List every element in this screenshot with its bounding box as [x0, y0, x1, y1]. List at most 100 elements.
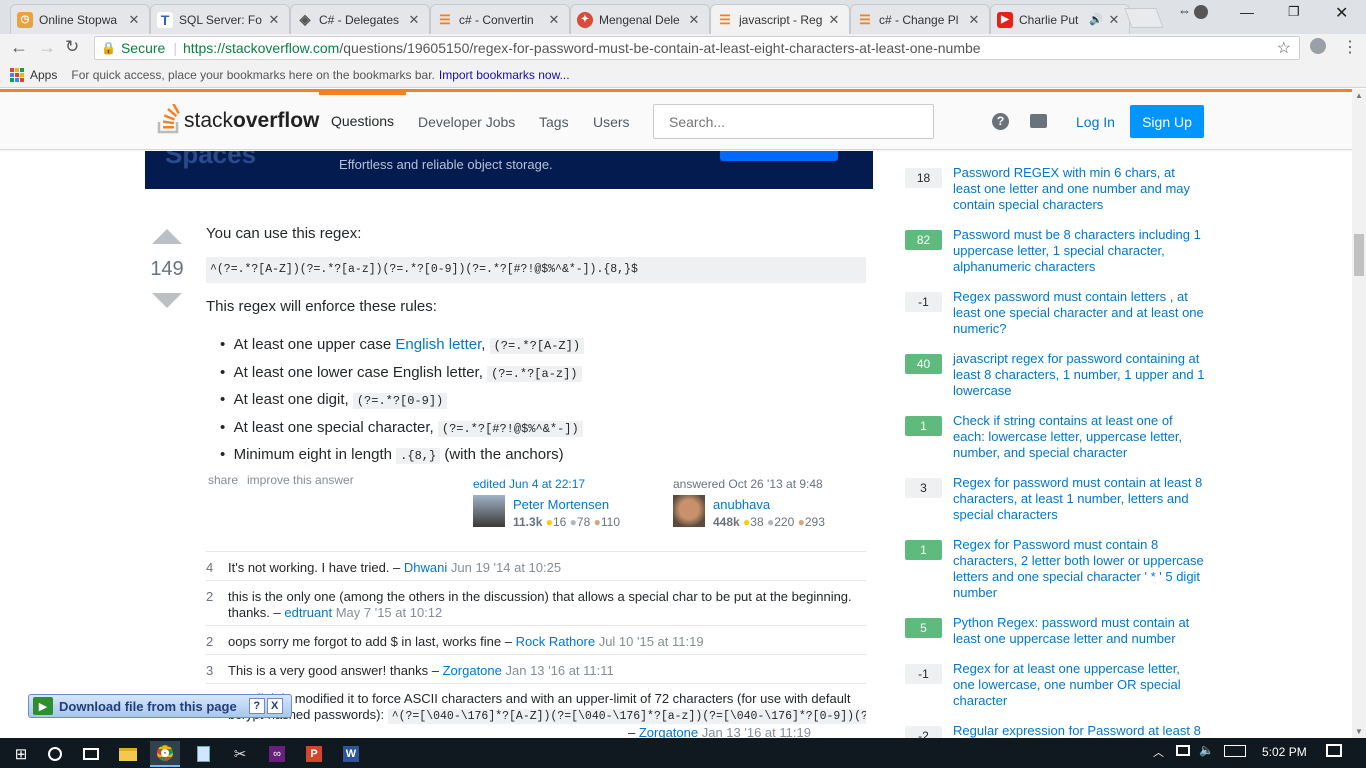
close-button[interactable]: X [266, 698, 283, 714]
import-bookmarks-link[interactable]: Import bookmarks now... [439, 68, 570, 82]
upvote-arrow-icon[interactable] [152, 229, 182, 245]
star-icon[interactable]: ☆ [1277, 38, 1291, 58]
close-window-button[interactable]: ✕ [1335, 3, 1348, 23]
chrome-icon[interactable] [150, 741, 180, 767]
close-icon[interactable]: ✕ [687, 12, 701, 28]
powerpoint-icon[interactable]: P [299, 741, 329, 767]
download-file-button[interactable]: Download file from this page [59, 699, 237, 714]
comment-user-link[interactable]: Rock Rathore [516, 634, 595, 649]
rules-intro: This regex will enforce these rules: [206, 298, 437, 315]
downvote-arrow-icon[interactable] [152, 293, 182, 309]
silver-badge-icon: ● [569, 515, 577, 529]
signup-button[interactable]: Sign Up [1130, 105, 1204, 138]
taskbar-clock[interactable]: 5:02 PM [1262, 745, 1307, 759]
back-button[interactable]: ← [10, 37, 28, 58]
stopwatch-icon: ◷ [17, 11, 33, 28]
apps-link[interactable]: Apps [30, 68, 57, 82]
nav-developer-jobs[interactable]: Developer Jobs [418, 114, 515, 130]
url-host: https://stackoverflow.com [182, 40, 340, 56]
editor-name-link[interactable]: Peter Mortensen [513, 497, 609, 512]
bronze-badge-icon: ● [797, 515, 805, 529]
browser-tab[interactable]: ◷ Online Stopwa ✕ [10, 4, 150, 34]
maximize-button[interactable]: ❐ [1288, 4, 1300, 20]
notifications-icon[interactable] [1326, 744, 1342, 757]
related-question[interactable]: -2 Regular expression for Password at lea… [905, 726, 1205, 738]
inbox-icon[interactable] [1030, 114, 1047, 128]
browser-tab[interactable]: ◈ C# - Delegates ✕ [290, 4, 430, 34]
close-icon[interactable]: ✕ [407, 12, 421, 28]
scrollbar-thumb[interactable] [1354, 234, 1364, 276]
page-scrollbar[interactable] [1352, 89, 1366, 739]
volume-icon[interactable]: 🔈 [1199, 743, 1214, 757]
avatar[interactable] [473, 495, 505, 527]
cortana-search-icon[interactable] [40, 741, 70, 767]
browser-tab[interactable]: ☰ c# - Convertin ✕ [430, 4, 570, 34]
task-view-icon[interactable] [76, 741, 106, 767]
help-button[interactable]: ? [248, 698, 265, 714]
help-icon[interactable]: ? [992, 113, 1009, 130]
login-link[interactable]: Log In [1076, 114, 1115, 130]
diamond-icon: ◈ [299, 11, 311, 27]
apps-grid-icon[interactable] [10, 67, 24, 82]
answered-timestamp: answered Oct 26 '13 at 9:48 [673, 477, 823, 491]
stackoverflow-logo-icon [157, 104, 180, 134]
browser-tab[interactable]: ✦ Mengenal Dele ✕ [570, 4, 710, 34]
comment: 2 this is the only one (among the others… [206, 580, 866, 625]
gold-badge-icon: ● [545, 515, 553, 529]
scroll-down-arrow-icon[interactable]: ▼ [1355, 727, 1363, 736]
close-icon[interactable]: ✕ [127, 12, 141, 28]
keyboard-icon[interactable] [1224, 745, 1246, 757]
search-input[interactable] [653, 104, 934, 139]
chevron-up-icon[interactable]: ︿ [1153, 744, 1164, 760]
nav-questions[interactable]: Questions [331, 113, 394, 129]
share-link[interactable]: share [208, 473, 238, 487]
comment-user-link[interactable]: Dhwani [404, 560, 447, 575]
browser-tab[interactable]: ☰ c# - Change Pl ✕ [850, 4, 990, 34]
forward-button[interactable]: → [38, 37, 56, 58]
comment-user-link[interactable]: edtruant [284, 605, 332, 620]
stackoverflow-icon: ☰ [719, 11, 731, 27]
browser-tab-strip: ◷ Online Stopwa ✕ T SQL Server: Fo ✕ ◈ C# … [0, 0, 1366, 34]
notepad-icon[interactable] [188, 741, 218, 767]
vote-count: 149 [150, 258, 184, 280]
english-letter-link[interactable]: English letter [395, 336, 481, 353]
new-tab-button[interactable] [1124, 8, 1164, 28]
ad-banner[interactable]: Spaces Effortless and reliable object st… [145, 151, 873, 189]
close-icon[interactable]: ✕ [267, 12, 281, 28]
network-icon[interactable] [1176, 745, 1190, 756]
comment-user-link[interactable]: Zorgatone [443, 663, 502, 678]
close-icon[interactable]: ✕ [827, 12, 841, 28]
browser-tab[interactable]: ▶ Charlie Put 🔊 ✕ [990, 4, 1130, 34]
extension-icon[interactable] [1310, 38, 1326, 54]
browser-tab[interactable]: T SQL Server: Fo ✕ [150, 4, 290, 34]
download-helper-bar: ▶ Download file from this page ? X [28, 694, 292, 718]
nav-users[interactable]: Users [593, 114, 630, 130]
close-icon[interactable]: ✕ [1107, 12, 1121, 28]
close-icon[interactable]: ✕ [547, 12, 561, 28]
rule-item: • At least one lower case English letter… [220, 360, 584, 388]
avatar[interactable] [673, 495, 705, 527]
minimize-button[interactable]: — [1240, 4, 1254, 20]
site-logo[interactable]: stack overflow [157, 104, 319, 134]
file-explorer-icon[interactable] [113, 741, 143, 767]
menu-kebab-icon[interactable]: ⋮ [1342, 37, 1358, 57]
nav-tags[interactable]: Tags [539, 114, 569, 130]
address-bar[interactable]: 🔒 Secure | https://stackoverflow.com/que… [94, 36, 1300, 60]
author-reputation: 448k ●38 ●220 ●293 [713, 515, 825, 529]
improve-answer-link[interactable]: improve this answer [247, 473, 354, 487]
edited-timestamp-link[interactable]: edited Jun 4 at 22:17 [473, 477, 585, 491]
comment: 4 It's not working. I have tried. – Dhwa… [206, 551, 866, 580]
word-icon[interactable]: W [336, 741, 366, 767]
reload-button[interactable]: ↻ [65, 37, 79, 57]
comment-user-link[interactable]: Zorgatone [639, 725, 698, 739]
ad-cta-button[interactable] [720, 151, 838, 161]
rule-item: • At least one digit, (?=.*?[0-9]) [220, 387, 584, 415]
visual-studio-icon[interactable]: ∞ [262, 741, 292, 767]
snipping-tool-icon[interactable]: ✂ [225, 741, 255, 767]
close-icon[interactable]: ✕ [967, 12, 981, 28]
windows-start-icon[interactable]: ⊞ [6, 741, 36, 767]
browser-tab-active[interactable]: ☰ javascript - Reg ✕ [710, 4, 850, 34]
author-name-link[interactable]: anubhava [713, 497, 770, 512]
profile-icon[interactable] [1194, 5, 1208, 19]
scroll-up-arrow-icon[interactable]: ▲ [1355, 91, 1363, 100]
